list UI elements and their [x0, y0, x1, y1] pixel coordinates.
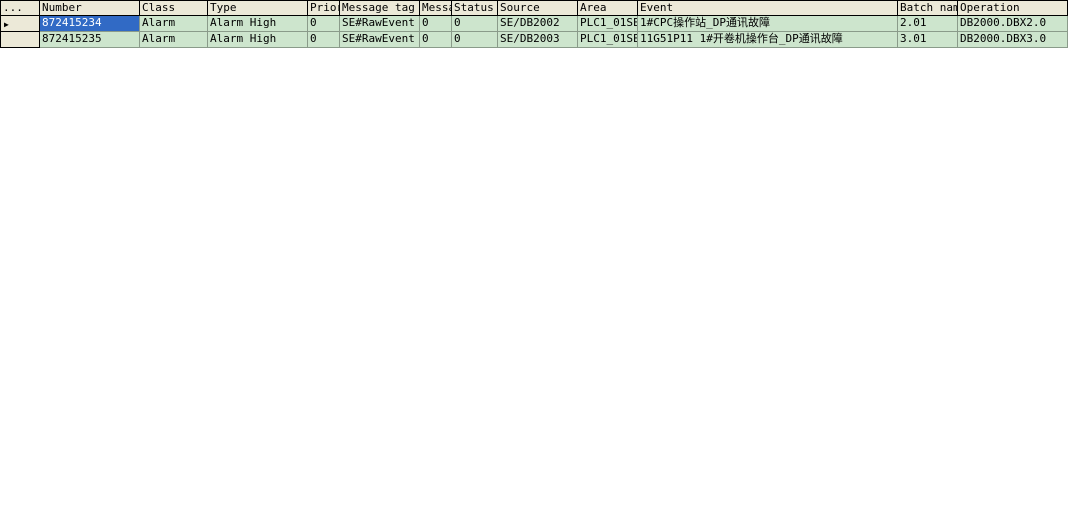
- table-row[interactable]: 872415235 Alarm Alarm High 0 SE#RawEvent…: [0, 32, 1069, 48]
- cell-class[interactable]: Alarm: [140, 32, 208, 48]
- cell-status-text[interactable]: 0: [452, 16, 498, 32]
- cell-type[interactable]: Alarm High: [208, 16, 308, 32]
- col-header-selector[interactable]: ...: [0, 0, 40, 16]
- cell-message[interactable]: 0: [420, 32, 452, 48]
- cell-type[interactable]: Alarm High: [208, 32, 308, 48]
- cell-area[interactable]: PLC1_01SE: [578, 32, 638, 48]
- col-header-batch-name[interactable]: Batch name: [898, 0, 958, 16]
- row-selector[interactable]: [0, 32, 40, 48]
- col-header-area[interactable]: Area: [578, 0, 638, 16]
- cell-class[interactable]: Alarm: [140, 16, 208, 32]
- cell-message-tag[interactable]: SE#RawEvent: [340, 32, 420, 48]
- col-header-type[interactable]: Type: [208, 0, 308, 16]
- col-header-class[interactable]: Class: [140, 0, 208, 16]
- cell-status-text[interactable]: 0: [452, 32, 498, 48]
- cell-priority[interactable]: 0: [308, 32, 340, 48]
- col-header-number[interactable]: Number: [40, 0, 140, 16]
- col-header-operation[interactable]: Operation: [958, 0, 1068, 16]
- row-selector[interactable]: [0, 16, 40, 32]
- col-header-source[interactable]: Source: [498, 0, 578, 16]
- alarm-grid[interactable]: ... Number Class Type Priority Message t…: [0, 0, 1069, 48]
- col-header-message-tag[interactable]: Message tag: [340, 0, 420, 16]
- col-header-message[interactable]: Message: [420, 0, 452, 16]
- cell-operation[interactable]: DB2000.DBX2.0: [958, 16, 1068, 32]
- cell-source[interactable]: SE/DB2003: [498, 32, 578, 48]
- cell-area[interactable]: PLC1_01SE: [578, 16, 638, 32]
- cell-message[interactable]: 0: [420, 16, 452, 32]
- cell-event[interactable]: 1#CPC操作站_DP通讯故障: [638, 16, 898, 32]
- cell-priority[interactable]: 0: [308, 16, 340, 32]
- col-header-event[interactable]: Event: [638, 0, 898, 16]
- col-header-priority[interactable]: Priority: [308, 0, 340, 16]
- grid-header-row: ... Number Class Type Priority Message t…: [0, 0, 1069, 16]
- cell-message-tag[interactable]: SE#RawEvent: [340, 16, 420, 32]
- cell-batch-name[interactable]: 2.01: [898, 16, 958, 32]
- cell-number[interactable]: 872415234: [40, 16, 140, 32]
- table-row[interactable]: 872415234 Alarm Alarm High 0 SE#RawEvent…: [0, 16, 1069, 32]
- cell-source[interactable]: SE/DB2002: [498, 16, 578, 32]
- cell-batch-name[interactable]: 3.01: [898, 32, 958, 48]
- cell-number[interactable]: 872415235: [40, 32, 140, 48]
- cell-event[interactable]: 11G51P11 1#开卷机操作台_DP通讯故障: [638, 32, 898, 48]
- cell-operation[interactable]: DB2000.DBX3.0: [958, 32, 1068, 48]
- col-header-status-text[interactable]: Status text: [452, 0, 498, 16]
